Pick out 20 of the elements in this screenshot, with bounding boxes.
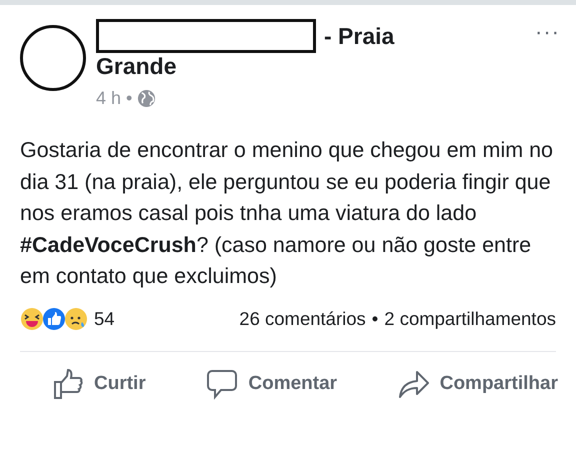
- globe-icon: [137, 89, 156, 108]
- post-time: 4 h: [96, 88, 122, 109]
- like-reaction-icon: [42, 306, 66, 330]
- reaction-count[interactable]: 54: [94, 308, 115, 330]
- comment-count[interactable]: 26 comentários: [239, 308, 366, 330]
- like-button[interactable]: Curtir: [48, 364, 150, 404]
- share-button[interactable]: Compartilhar: [394, 364, 562, 404]
- separator-dot: •: [372, 308, 378, 330]
- share-count[interactable]: 2 compartilhamentos: [384, 308, 556, 330]
- author-name-continued[interactable]: Grande: [96, 53, 526, 80]
- post-text: Gostaria de encontrar o menino que chegou em mim no dia 31 (na praia), ele perguntou se eu poderia fingir que nos eramos casal pois tnha uma viatura do lado #CadeVoceCrush? (caso namore ou não goste entre em contato que excluimos): [19, 137, 554, 290]
- separator-dot: •: [126, 88, 132, 109]
- sad-emoji-icon: [64, 306, 88, 330]
- avatar[interactable]: [20, 25, 86, 91]
- author-name[interactable]: - Praia: [324, 22, 394, 50]
- speech-bubble-icon: [206, 368, 238, 400]
- thumbs-up-icon: [52, 368, 84, 400]
- laughing-emoji-icon: [20, 306, 44, 330]
- more-options-button[interactable]: ···: [535, 19, 560, 45]
- comment-button[interactable]: Comentar: [202, 364, 342, 404]
